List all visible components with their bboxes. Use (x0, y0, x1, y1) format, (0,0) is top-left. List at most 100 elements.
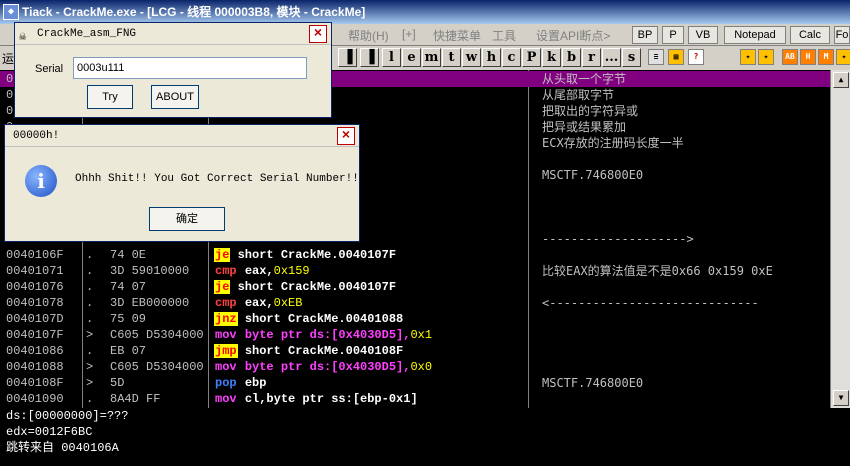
disasm-jump-marker: > (86, 376, 94, 390)
close-icon[interactable]: × (337, 127, 355, 145)
menu-help[interactable]: 帮助(H) (348, 27, 389, 44)
disasm-row[interactable]: 00401088 > C605 D5304000 mov byte ptr ds:[0… (0, 359, 830, 375)
disasm-instruction: je short CrackMe.0040107F (214, 247, 396, 263)
disasm-row[interactable]: 00401086. EB 07 jmp short CrackMe.0040108F (0, 343, 830, 359)
plugin1-icon[interactable]: ✦ (740, 49, 756, 65)
disasm-mnemonic: je (214, 280, 231, 294)
message-text: Ohhh Shit!! You Got Correct Serial Numbe… (75, 173, 379, 185)
scroll-down-icon[interactable]: ▼ (833, 390, 849, 406)
toolbar-w-button[interactable]: w (462, 48, 481, 67)
ab-icon[interactable]: AB (782, 49, 798, 65)
disasm-instruction: mov byte ptr ds:[0x4030D5],0x0 (214, 359, 432, 375)
disasm-row[interactable]: 0040107F > C605 D5304000 mov byte ptr ds:[0… (0, 327, 830, 343)
fo-button[interactable]: Fo (834, 26, 850, 44)
disasm-scrollbar[interactable]: ▲ ▼ (830, 70, 850, 408)
plugin2-icon[interactable]: ✦ (758, 49, 774, 65)
disasm-address: 0040107F (6, 328, 64, 342)
disasm-jump-marker: . (86, 264, 94, 278)
disasm-comment: MSCTF.746800E0 (542, 376, 644, 390)
disasm-address: 00401078 (6, 296, 64, 310)
list-icon[interactable]: ≡ (648, 49, 664, 65)
disasm-operand: byte ptr ds:[0x4030D5], (244, 328, 411, 342)
disasm-hex-bytes: 8A4D FF (110, 392, 161, 406)
disasm-comment: 比较EAX的算法值是不是0x66 0x159 0xE (542, 264, 773, 278)
disasm-comment: --------------------> (542, 232, 694, 246)
disasm-immediate: 0xEB (273, 296, 303, 310)
skull-icon: ☠ (19, 30, 27, 44)
left-pane-stub: 运 (2, 52, 15, 66)
menu-api-breakpoint[interactable]: 设置API断点> (536, 27, 610, 44)
p-button[interactable]: P (662, 26, 684, 44)
close-icon[interactable]: × (309, 25, 327, 43)
ok-button[interactable]: 确定 (149, 207, 225, 231)
toolbar-l-button[interactable]: l (382, 48, 401, 67)
notepad-button[interactable]: Notepad (724, 26, 786, 44)
info-icon: i (25, 165, 57, 197)
disasm-jump-marker: . (86, 248, 94, 262)
disasm-hex-bytes: C605 D5304000 (110, 360, 204, 374)
about-button[interactable]: ABOUT (151, 85, 199, 109)
disasm-comment: <----------------------------- (542, 296, 759, 310)
toolbar-b-button[interactable]: b (562, 48, 581, 67)
disasm-mnemonic: mov (215, 392, 237, 406)
scroll-up-icon[interactable]: ▲ (833, 72, 849, 88)
toolbar-p-button[interactable]: P (522, 48, 541, 67)
message-box-title: 00000h! × (5, 125, 359, 147)
hbp-icon[interactable]: H (800, 49, 816, 65)
vb-button[interactable]: VB (688, 26, 718, 44)
grid-icon[interactable]: ▦ (668, 49, 684, 65)
disasm-address: 00401090 (6, 392, 64, 406)
main-window-title: Tiack - CrackMe.exe - [LCG - 线程 000003B8… (0, 0, 850, 24)
message-box-title-text: 00000h! (13, 130, 60, 142)
crackme-title-text: CrackMe_asm_FNG (37, 28, 137, 40)
disasm-immediate: 0x1 (410, 328, 433, 342)
disasm-comment: ECX存放的注册码长度一半 (542, 136, 684, 150)
toolbar-h-button[interactable]: h (482, 48, 501, 67)
disasm-immediate: 0x0 (410, 360, 433, 374)
run-icon[interactable]: ▐ (338, 48, 357, 67)
try-button[interactable]: Try (87, 85, 133, 109)
disasm-address: 0040108F (6, 376, 64, 390)
bp-button[interactable]: BP (632, 26, 658, 44)
toolbar-m-button[interactable]: m (422, 48, 441, 67)
disasm-row[interactable]: 0040106F. 74 0E je short CrackMe.0040107F (0, 247, 830, 263)
disasm-row[interactable]: 00401090. 8A4D FF mov cl,byte ptr ss:[ebp-… (0, 391, 830, 407)
disasm-mnemonic: cmp (215, 264, 237, 278)
disasm-comment: 把异或结果累加 (542, 120, 627, 134)
plugin3-icon[interactable]: ✦ (836, 49, 850, 65)
disasm-row[interactable]: 0040107D. 75 09 jnz short CrackMe.00401088 (0, 311, 830, 327)
disasm-hex-bytes: C605 D5304000 (110, 328, 204, 342)
toolbar-s-button[interactable]: s (622, 48, 641, 67)
disasm-hex-bytes: EB 07 (110, 344, 147, 358)
toolbar-more-button[interactable]: ... (602, 48, 621, 67)
disasm-mnemonic: jmp (214, 344, 238, 358)
disasm-row[interactable]: 00401076. 74 07 je short CrackMe.0040107F (0, 279, 830, 295)
mbp-icon[interactable]: M (818, 49, 834, 65)
disasm-hex-bytes: 74 07 (110, 280, 147, 294)
toolbar-r-button[interactable]: r (582, 48, 601, 67)
disasm-hex-bytes: 75 09 (110, 312, 147, 326)
disasm-row[interactable]: 00401078. 3D EB000000 cmp eax,0xEB <-------… (0, 295, 830, 311)
disasm-instruction: cmp eax,0x159 (214, 263, 310, 279)
menu-tools[interactable]: 工具 (492, 27, 516, 44)
disasm-address: 00401086 (6, 344, 64, 358)
menu-shortcut[interactable]: 快捷菜单 (433, 27, 481, 44)
toolbar-t-button[interactable]: t (442, 48, 461, 67)
disasm-address: 0 (6, 88, 14, 102)
help-icon[interactable]: ? (688, 49, 704, 65)
disasm-row[interactable]: 00401071. 3D 59010000 cmp eax,0x159 比较EAX的算… (0, 263, 830, 279)
info-line: 跳转来自 0040106A (6, 441, 119, 455)
disasm-operand: eax, (244, 296, 274, 310)
disasm-operand: eax, (244, 264, 274, 278)
calc-button[interactable]: Calc (790, 26, 830, 44)
step-icon[interactable]: ▐ (360, 48, 379, 67)
toolbar-c-button[interactable]: c (502, 48, 521, 67)
disasm-mnemonic: mov (215, 328, 237, 342)
toolbar-e-button[interactable]: e (402, 48, 421, 67)
disasm-jump-marker: > (86, 328, 94, 342)
menu-plus[interactable]: [+] (402, 27, 416, 41)
disasm-row[interactable]: 0040108F >5D pop ebp MSCTF.746800E0 (0, 375, 830, 391)
disasm-operand: short CrackMe.00401088 (244, 312, 404, 326)
serial-input[interactable] (73, 57, 307, 79)
toolbar-k-button[interactable]: k (542, 48, 561, 67)
